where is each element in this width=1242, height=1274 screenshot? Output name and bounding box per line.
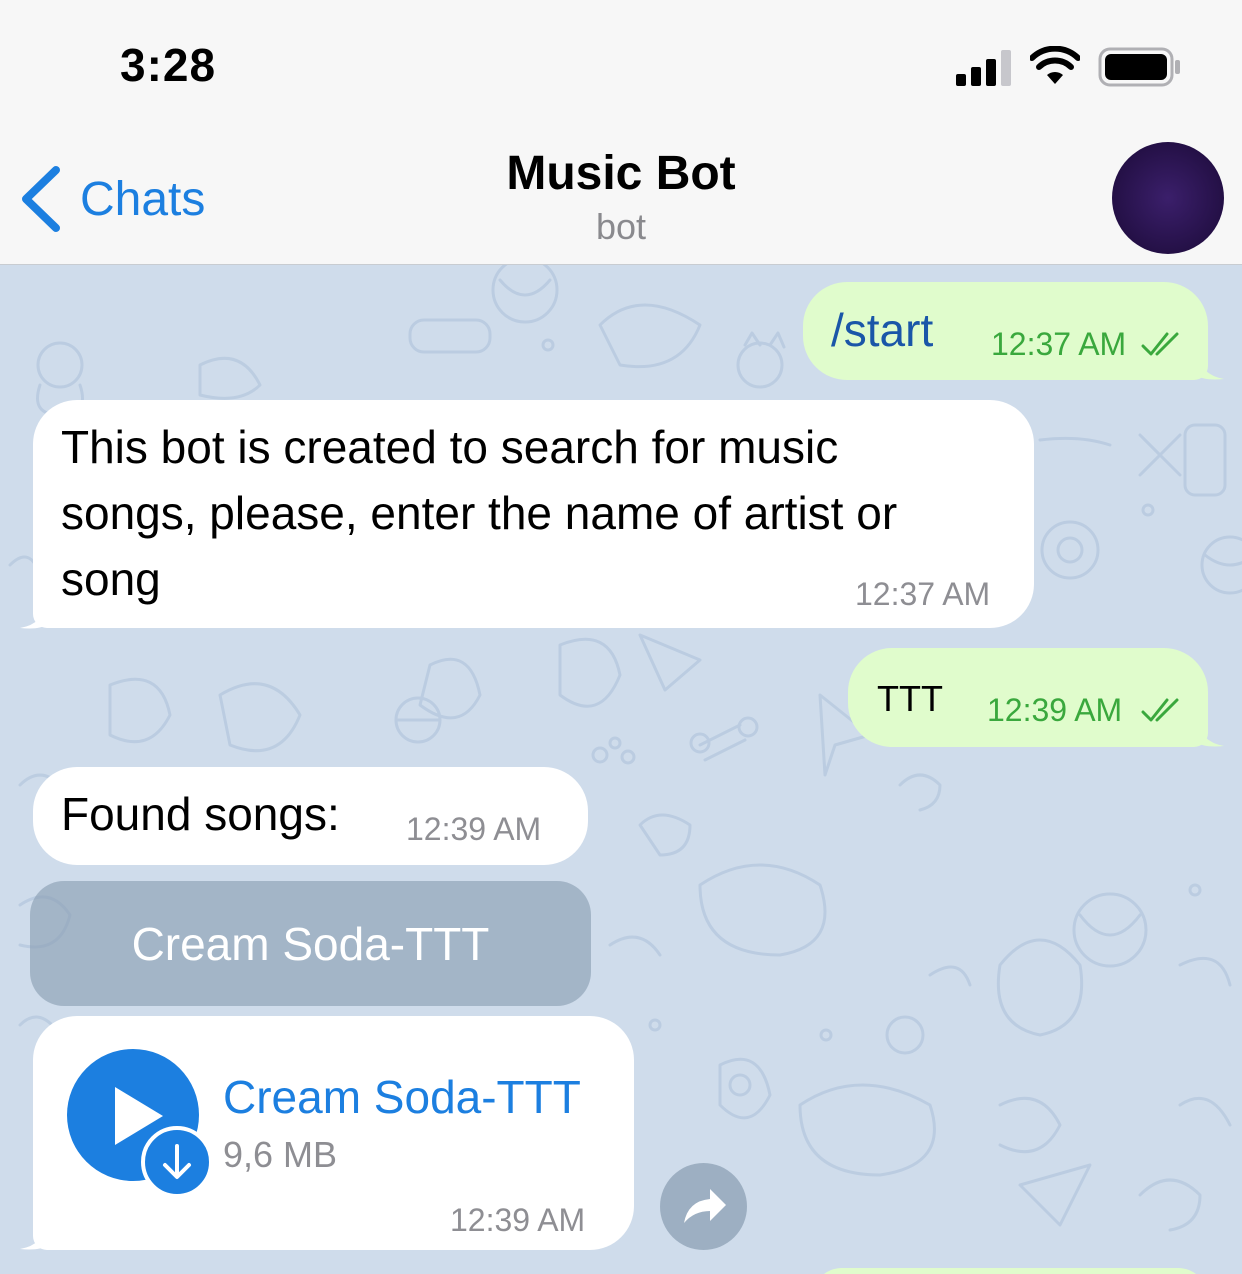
double-check-icon [1141, 332, 1179, 356]
forward-button[interactable] [660, 1163, 747, 1250]
message-text[interactable]: Found songs: [61, 781, 340, 847]
message-outgoing[interactable]: TTT 12:39 AM [848, 648, 1208, 747]
message-text-line[interactable]: song [61, 546, 161, 612]
download-button[interactable] [141, 1126, 213, 1198]
bubble-tail [1196, 718, 1224, 747]
chat-subtitle: bot [595, 206, 647, 247]
message-text-line[interactable]: songs, please, enter the name of artist … [61, 480, 897, 546]
message-text[interactable]: /start [831, 297, 933, 363]
chat-title[interactable]: Music Bot [0, 146, 1242, 201]
status-time: 3:28 [120, 39, 217, 91]
double-check-icon [1141, 698, 1179, 722]
chat-area[interactable]: /start 12:37 AM This bot is created to s… [0, 265, 1242, 1274]
bubble-tail [20, 1221, 48, 1250]
signal-icon [956, 50, 1011, 86]
status-bar: 3:28 [0, 0, 1242, 130]
bubble-tail [1196, 351, 1224, 380]
chat-header: Chats Music Bot bot [0, 130, 1242, 265]
battery-icon [1098, 47, 1180, 87]
message-time: 12:39 AM [406, 811, 542, 847]
audio-size: 9,6 MB [223, 1134, 338, 1175]
message-time: 12:37 AM [855, 576, 991, 612]
audio-title[interactable]: Cream Soda-TTT [223, 1070, 581, 1124]
message-time: 12:37 AM [991, 326, 1127, 362]
message-incoming[interactable]: Found songs: 12:39 AM [33, 767, 588, 865]
share-arrow-icon [684, 1189, 726, 1223]
avatar[interactable] [1112, 142, 1224, 254]
download-arrow-icon [163, 1144, 191, 1179]
inline-keyboard-button[interactable]: Cream Soda-TTT [30, 881, 591, 1006]
inline-keyboard-button-label: Cream Soda-TTT [131, 917, 490, 970]
sound-wave-icon [1118, 174, 1218, 222]
message-text[interactable]: TTT [877, 678, 943, 720]
message-incoming[interactable]: This bot is created to search for music … [33, 400, 1034, 628]
message-outgoing[interactable]: /start 12:37 AM [803, 282, 1208, 380]
message-outgoing-partial[interactable] [812, 1268, 1208, 1274]
message-time: 12:39 AM [450, 1202, 586, 1238]
bubble-tail [20, 600, 48, 629]
message-time: 12:39 AM [987, 692, 1123, 728]
message-text-line[interactable]: This bot is created to search for music [61, 414, 838, 480]
audio-message[interactable]: Cream Soda-TTT 9,6 MB 12:39 AM [33, 1016, 634, 1250]
wifi-icon [1030, 46, 1080, 84]
